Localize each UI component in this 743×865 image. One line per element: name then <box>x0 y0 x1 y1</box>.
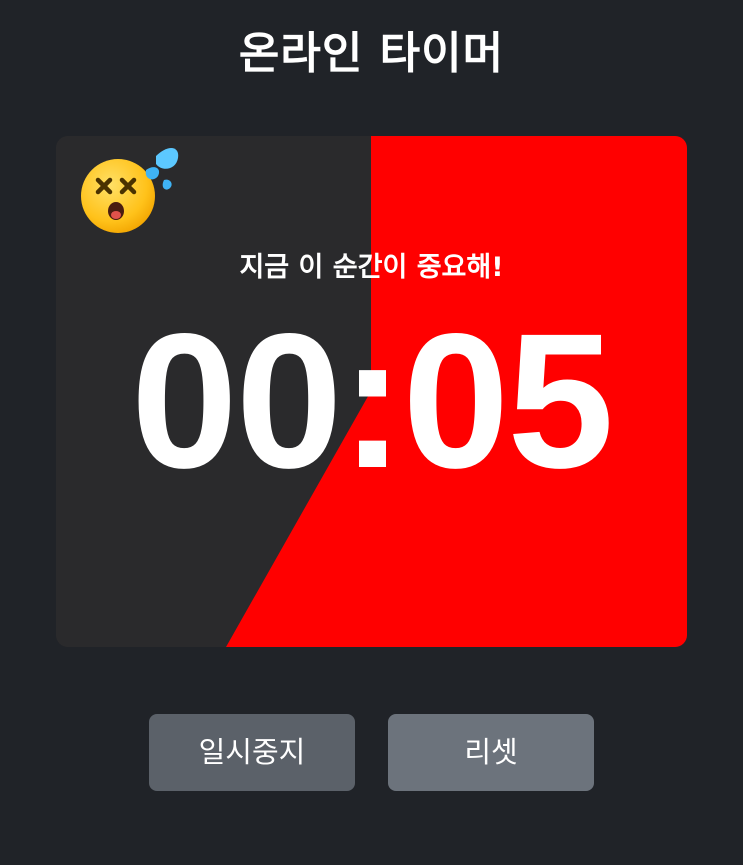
reset-button[interactable]: 리셋 <box>388 714 594 791</box>
time-display: 00:05 <box>130 293 614 508</box>
pause-button[interactable]: 일시중지 <box>149 714 355 791</box>
timer-page: 온라인 타이머 지금 이 순간이 중요해! 00:05 일시중지 리셋 <box>0 0 743 865</box>
motivation-message: 지금 이 순간이 중요해! <box>239 252 504 283</box>
timer-card: 지금 이 순간이 중요해! 00:05 <box>56 136 687 647</box>
dizzy-face-sweat-icon <box>81 147 179 233</box>
page-title: 온라인 타이머 <box>238 28 505 79</box>
